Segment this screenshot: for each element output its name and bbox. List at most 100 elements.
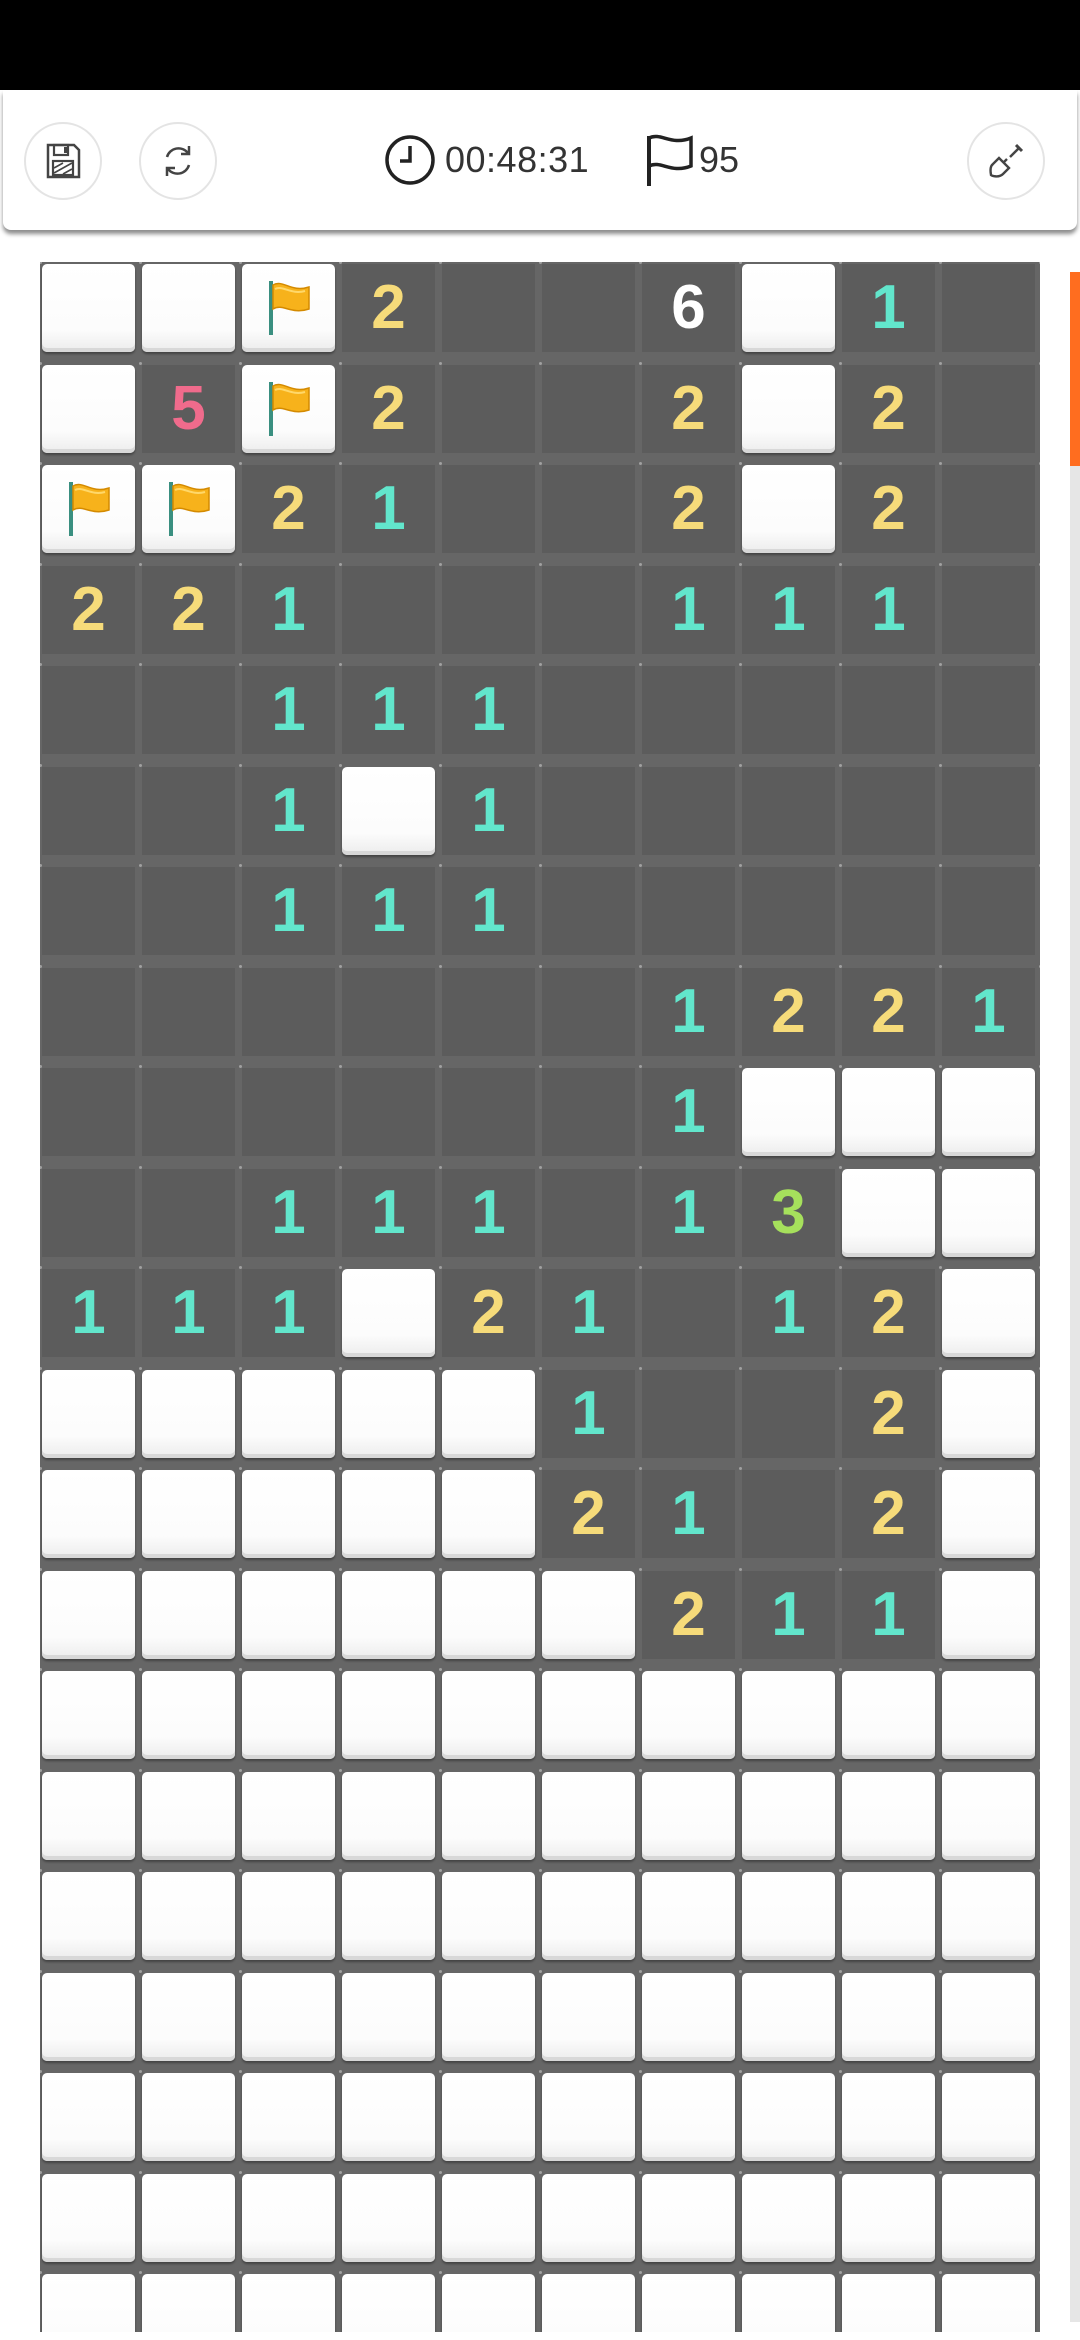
closed-cell[interactable] xyxy=(342,1370,435,1458)
number-cell[interactable]: 1 xyxy=(242,867,335,955)
empty-cell[interactable] xyxy=(442,968,535,1056)
number-cell[interactable]: 1 xyxy=(542,1269,635,1357)
closed-cell[interactable] xyxy=(42,1370,135,1458)
closed-cell[interactable] xyxy=(442,1872,535,1960)
closed-cell[interactable] xyxy=(942,1068,1035,1156)
closed-cell[interactable] xyxy=(742,2274,835,2332)
closed-cell[interactable] xyxy=(442,1772,535,1860)
number-cell[interactable]: 1 xyxy=(842,264,935,352)
empty-cell[interactable] xyxy=(742,767,835,855)
closed-cell[interactable] xyxy=(542,2073,635,2161)
empty-cell[interactable] xyxy=(542,767,635,855)
empty-cell[interactable] xyxy=(142,867,235,955)
closed-cell[interactable] xyxy=(542,1973,635,2061)
closed-cell[interactable] xyxy=(142,1671,235,1759)
closed-cell[interactable] xyxy=(42,2174,135,2262)
closed-cell[interactable] xyxy=(242,2274,335,2332)
closed-cell[interactable] xyxy=(142,1772,235,1860)
closed-cell[interactable] xyxy=(942,1470,1035,1558)
empty-cell[interactable] xyxy=(42,666,135,754)
number-cell[interactable]: 1 xyxy=(442,666,535,754)
closed-cell[interactable] xyxy=(242,1470,335,1558)
empty-cell[interactable] xyxy=(642,767,735,855)
empty-cell[interactable] xyxy=(442,566,535,654)
closed-cell[interactable] xyxy=(842,1169,935,1257)
number-cell[interactable]: 2 xyxy=(642,1571,735,1659)
empty-cell[interactable] xyxy=(542,1169,635,1257)
closed-cell[interactable] xyxy=(842,2274,935,2332)
closed-cell[interactable] xyxy=(942,1973,1035,2061)
flagged-cell[interactable] xyxy=(142,465,235,553)
number-cell[interactable]: 1 xyxy=(942,968,1035,1056)
number-cell[interactable]: 3 xyxy=(742,1169,835,1257)
number-cell[interactable]: 1 xyxy=(642,566,735,654)
minefield-grid[interactable]: 2615222212222111111111111122111111311121… xyxy=(40,262,1040,2332)
empty-cell[interactable] xyxy=(142,968,235,1056)
number-cell[interactable]: 1 xyxy=(842,1571,935,1659)
empty-cell[interactable] xyxy=(742,1370,835,1458)
closed-cell[interactable] xyxy=(242,1370,335,1458)
closed-cell[interactable] xyxy=(42,1470,135,1558)
empty-cell[interactable] xyxy=(942,666,1035,754)
closed-cell[interactable] xyxy=(342,1973,435,2061)
closed-cell[interactable] xyxy=(842,2073,935,2161)
empty-cell[interactable] xyxy=(742,867,835,955)
restart-button[interactable] xyxy=(139,122,217,200)
closed-cell[interactable] xyxy=(442,1671,535,1759)
number-cell[interactable]: 2 xyxy=(842,365,935,453)
closed-cell[interactable] xyxy=(642,2274,735,2332)
closed-cell[interactable] xyxy=(642,1973,735,2061)
empty-cell[interactable] xyxy=(242,1068,335,1156)
empty-cell[interactable] xyxy=(542,264,635,352)
closed-cell[interactable] xyxy=(442,2174,535,2262)
closed-cell[interactable] xyxy=(342,2274,435,2332)
closed-cell[interactable] xyxy=(142,2174,235,2262)
empty-cell[interactable] xyxy=(742,666,835,754)
closed-cell[interactable] xyxy=(742,264,835,352)
empty-cell[interactable] xyxy=(42,968,135,1056)
closed-cell[interactable] xyxy=(342,1269,435,1357)
number-cell[interactable]: 1 xyxy=(642,968,735,1056)
closed-cell[interactable] xyxy=(242,1872,335,1960)
empty-cell[interactable] xyxy=(542,566,635,654)
closed-cell[interactable] xyxy=(942,2073,1035,2161)
empty-cell[interactable] xyxy=(942,465,1035,553)
closed-cell[interactable] xyxy=(342,1872,435,1960)
closed-cell[interactable] xyxy=(142,1872,235,1960)
number-cell[interactable]: 1 xyxy=(442,1169,535,1257)
empty-cell[interactable] xyxy=(842,666,935,754)
scrollbar-track[interactable] xyxy=(1070,272,1080,2322)
closed-cell[interactable] xyxy=(442,1370,535,1458)
empty-cell[interactable] xyxy=(42,1169,135,1257)
empty-cell[interactable] xyxy=(42,767,135,855)
empty-cell[interactable] xyxy=(942,365,1035,453)
closed-cell[interactable] xyxy=(542,1671,635,1759)
number-cell[interactable]: 2 xyxy=(242,465,335,553)
number-cell[interactable]: 1 xyxy=(242,666,335,754)
flagged-cell[interactable] xyxy=(42,465,135,553)
closed-cell[interactable] xyxy=(942,1671,1035,1759)
closed-cell[interactable] xyxy=(642,1772,735,1860)
closed-cell[interactable] xyxy=(542,2274,635,2332)
closed-cell[interactable] xyxy=(142,1571,235,1659)
save-button[interactable] xyxy=(24,122,102,200)
closed-cell[interactable] xyxy=(942,1872,1035,1960)
closed-cell[interactable] xyxy=(242,1671,335,1759)
closed-cell[interactable] xyxy=(442,1470,535,1558)
closed-cell[interactable] xyxy=(242,1973,335,2061)
number-cell[interactable]: 2 xyxy=(642,365,735,453)
empty-cell[interactable] xyxy=(642,1269,735,1357)
empty-cell[interactable] xyxy=(542,666,635,754)
empty-cell[interactable] xyxy=(442,465,535,553)
closed-cell[interactable] xyxy=(342,1772,435,1860)
closed-cell[interactable] xyxy=(142,2073,235,2161)
number-cell[interactable]: 2 xyxy=(642,465,735,553)
empty-cell[interactable] xyxy=(542,968,635,1056)
number-cell[interactable]: 2 xyxy=(842,1470,935,1558)
closed-cell[interactable] xyxy=(542,1772,635,1860)
closed-cell[interactable] xyxy=(142,2274,235,2332)
number-cell[interactable]: 1 xyxy=(642,1470,735,1558)
empty-cell[interactable] xyxy=(142,767,235,855)
closed-cell[interactable] xyxy=(642,1872,735,1960)
empty-cell[interactable] xyxy=(542,1068,635,1156)
